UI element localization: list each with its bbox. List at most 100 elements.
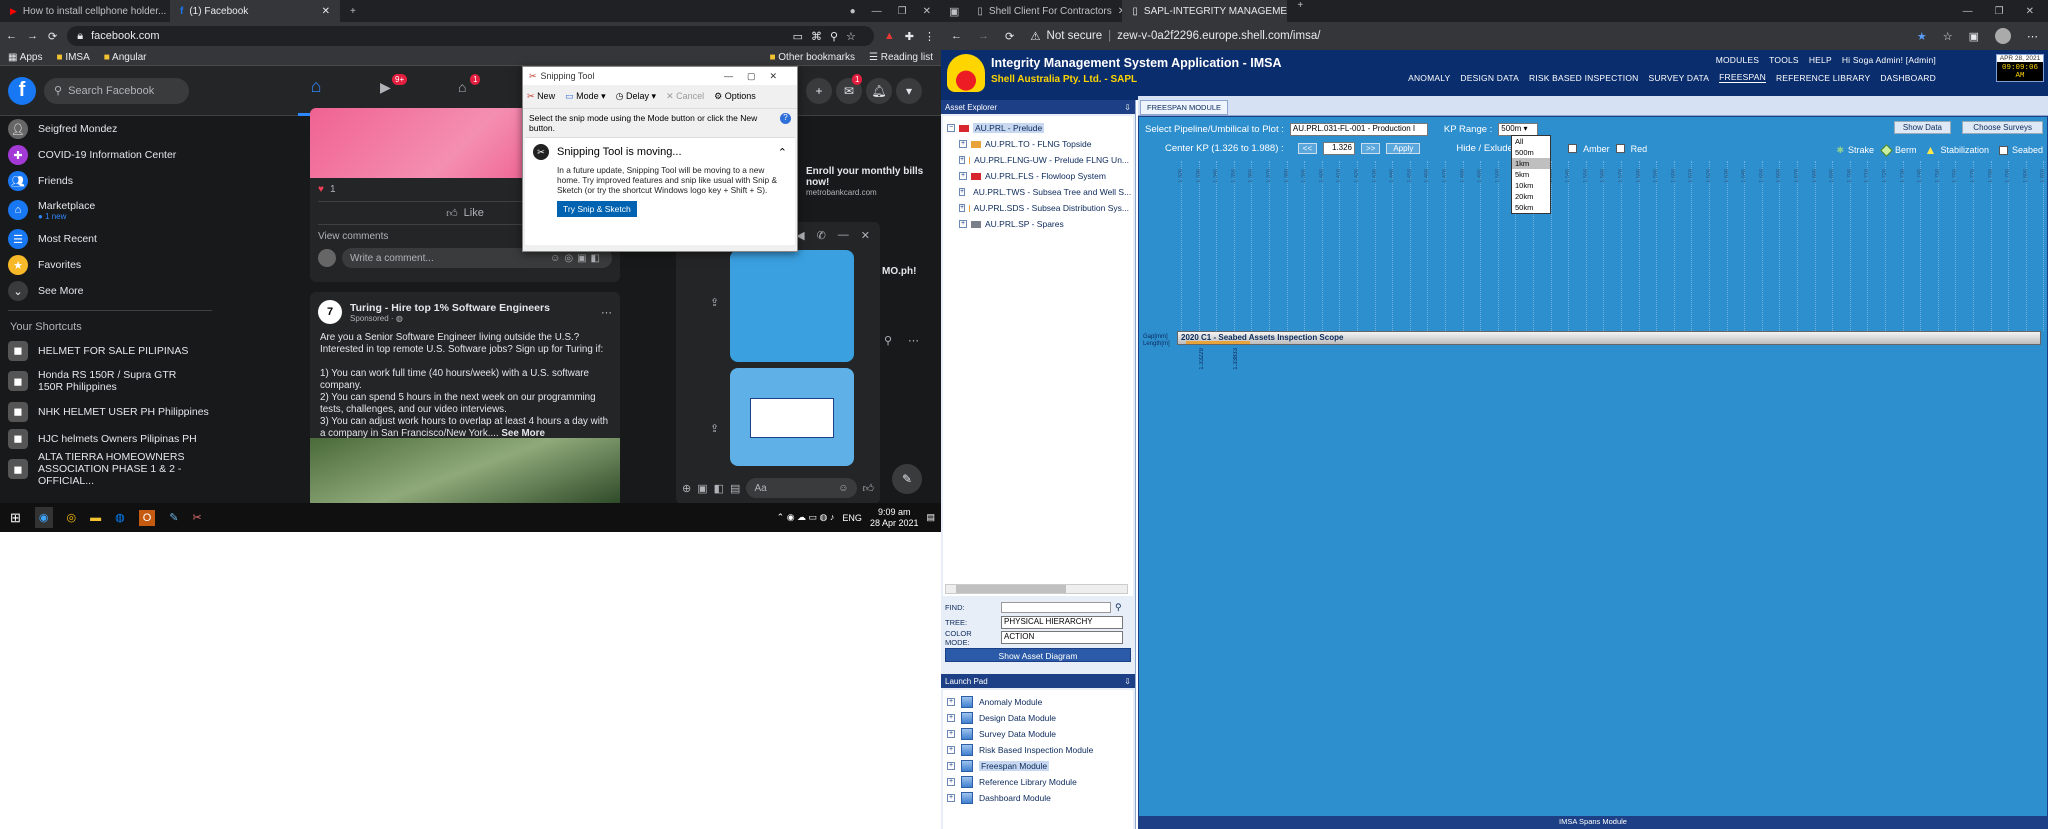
chat-message-input[interactable]: Aa ☺: [746, 478, 857, 498]
sidebar-marketplace[interactable]: ⌂ Marketplace ● 1 new: [0, 194, 220, 226]
gif-icon[interactable]: ▤: [730, 482, 740, 495]
kp-range-option[interactable]: 50km: [1512, 202, 1550, 213]
forward-icon[interactable]: →: [978, 30, 989, 42]
new-snip-button[interactable]: ✂ New: [527, 91, 555, 102]
outlook-icon[interactable]: O: [138, 509, 156, 526]
tree-root[interactable]: − AU.PRL - Prelude: [947, 120, 1129, 136]
close-icon[interactable]: ✕: [322, 6, 330, 17]
language-indicator[interactable]: ENG: [842, 513, 862, 523]
kp-range-option[interactable]: 20km: [1512, 191, 1550, 202]
nav-design-data[interactable]: Design Data: [1460, 73, 1519, 83]
find-input[interactable]: [1001, 602, 1111, 613]
pin-icon[interactable]: ⇩: [1124, 677, 1131, 686]
phone-icon[interactable]: ✆: [817, 229, 826, 242]
bookmark-angular[interactable]: ■ Angular: [104, 52, 147, 63]
nav-reference-library[interactable]: Reference Library: [1776, 73, 1870, 83]
search-icon[interactable]: ⚲: [884, 334, 892, 347]
more-options-icon[interactable]: ⋯: [908, 334, 919, 347]
minimize-icon[interactable]: —: [872, 6, 882, 17]
help-menu[interactable]: Help: [1809, 55, 1832, 65]
tree-select[interactable]: PHYSICAL HIERARCHY: [1001, 616, 1123, 629]
add-icon[interactable]: ⊕: [682, 482, 691, 495]
mode-button[interactable]: ▭ Mode ▾: [565, 91, 606, 102]
freespan-module-tab[interactable]: Freespan Module: [1140, 100, 1229, 115]
tree-item[interactable]: + AU.PRL.SP - Spares: [947, 216, 1129, 232]
tab-youtube[interactable]: ▶ How to install cellphone holder... ✕: [0, 0, 170, 22]
sidebar-favorites[interactable]: ★ Favorites: [0, 252, 220, 278]
kp-range-option[interactable]: All: [1512, 136, 1550, 147]
new-tab-button[interactable]: +: [1287, 0, 1313, 22]
launch-dashboard[interactable]: + Dashboard Module: [947, 790, 1129, 806]
favorites-icon[interactable]: ☆: [1943, 30, 1953, 43]
emoji-icons[interactable]: ☺◎▣◧: [550, 253, 604, 264]
forward-icon[interactable]: →: [27, 30, 38, 42]
windows-start-icon[interactable]: ⊞: [10, 510, 21, 526]
close-icon[interactable]: ✕: [861, 229, 870, 242]
close-window-icon[interactable]: ✕: [2026, 6, 2034, 17]
kp-range-option[interactable]: 10km: [1512, 180, 1550, 191]
facebook-search-input[interactable]: ⚲ Search Facebook: [44, 77, 189, 104]
tab-facebook[interactable]: f (1) Facebook ✕: [170, 0, 340, 22]
url-field[interactable]: 🔒︎ facebook.com ▭⌘⚲☆: [67, 26, 874, 46]
shortcut-item[interactable]: ◼ ALTA TIERRA HOMEOWNERS ASSOCIATION PHAS…: [0, 451, 220, 487]
new-tab-button[interactable]: +: [340, 0, 366, 22]
shortcut-item[interactable]: ◼ HELMET FOR SALE PILIPINAS: [0, 337, 220, 364]
post-author[interactable]: Turing - Hire top 1% Software Engineers: [350, 302, 550, 314]
collections-icon[interactable]: ▣: [1969, 30, 1979, 43]
tree-item[interactable]: + AU.PRL.TO - FLNG Topside: [947, 136, 1129, 152]
tray-icons[interactable]: ⌃ ◉ ☁ ▭ ◍ ♪: [777, 512, 835, 523]
watch-nav-icon[interactable]: ▶ 9+: [380, 74, 408, 96]
minimize-icon[interactable]: —: [1963, 6, 1973, 17]
cancel-button[interactable]: ✕ Cancel: [666, 91, 704, 102]
shared-screenshot[interactable]: [730, 250, 854, 362]
back-icon[interactable]: ←: [951, 30, 962, 42]
reload-icon[interactable]: ⟳: [1005, 30, 1014, 43]
previous-kp-button[interactable]: <<: [1297, 143, 1317, 154]
nav-anomaly[interactable]: Anomaly: [1408, 73, 1450, 83]
tree-item[interactable]: + AU.PRL.SDS - Subsea Distribution Sys...: [947, 200, 1129, 216]
sidebar-see-more[interactable]: ⌄ See More: [0, 278, 220, 304]
pipeline-select[interactable]: AU.PRL.031-FL-001 - Production I: [1289, 123, 1428, 136]
sidebar-profile[interactable]: 👤︎ Seigfred Mondez: [0, 116, 220, 142]
inspection-scope-bar[interactable]: 2020 C1 - Seabed Assets Inspection Scope: [1177, 331, 2041, 345]
extension-icon[interactable]: ✚: [905, 30, 914, 43]
emoji-icon[interactable]: ☺: [838, 483, 848, 494]
url-field[interactable]: ⚠ Not secure | zew-v-0a2f2296.europe.she…: [1030, 29, 1901, 43]
launch-freespan[interactable]: + Freespan Module: [947, 758, 1129, 774]
nav-dashboard[interactable]: Dashboard: [1880, 73, 1936, 83]
launch-survey-data[interactable]: + Survey Data Module: [947, 726, 1129, 742]
show-data-button[interactable]: Show Data: [1893, 121, 1951, 134]
shortcut-item[interactable]: ◼ Honda RS 150R / Supra GTR 150R Philippi…: [0, 364, 220, 398]
collapse-icon[interactable]: ⌃: [778, 146, 787, 159]
horizontal-scrollbar[interactable]: [945, 584, 1128, 594]
account-menu-icon[interactable]: ▾: [896, 78, 922, 104]
apply-button[interactable]: Apply: [1386, 143, 1421, 154]
facebook-logo[interactable]: f: [8, 76, 36, 105]
launch-anomaly[interactable]: + Anomaly Module: [947, 694, 1129, 710]
show-asset-diagram-button[interactable]: Show Asset Diagram: [945, 648, 1131, 662]
pen-icon[interactable]: ✎: [169, 511, 178, 524]
share-icon[interactable]: ⇪: [710, 422, 719, 435]
pdf-extension-icon[interactable]: ▲: [884, 30, 895, 42]
share-icon[interactable]: ⇪: [710, 296, 719, 309]
sidebar-covid[interactable]: ✚ COVID-19 Information Center: [0, 142, 220, 168]
help-icon[interactable]: ?: [780, 113, 791, 124]
new-message-icon[interactable]: ✎: [892, 464, 922, 494]
red-checkbox[interactable]: [1615, 144, 1625, 153]
home-nav-icon[interactable]: ⌂: [296, 76, 336, 97]
tools-menu[interactable]: Tools: [1769, 55, 1799, 65]
tab-shell-client[interactable]: ▯ Shell Client For Contractors ✕: [967, 0, 1122, 22]
edge-icon[interactable]: ◉: [34, 507, 53, 528]
bookmark-imsa[interactable]: ■ IMSA: [56, 52, 89, 63]
tab-imsa[interactable]: ▯ SAPL-INTEGRITY MANAGEMENT... ✕: [1122, 0, 1288, 22]
center-kp-input[interactable]: 1.326: [1323, 142, 1355, 155]
nav-freespan[interactable]: Freespan: [1719, 72, 1766, 83]
reload-icon[interactable]: ⟳: [48, 30, 57, 43]
launch-rbi[interactable]: + Risk Based Inspection Module: [947, 742, 1129, 758]
sidebar-most-recent[interactable]: ☰ Most Recent: [0, 226, 220, 252]
try-snip-sketch-button[interactable]: Try Snip & Sketch: [557, 201, 637, 217]
shortcut-item[interactable]: ◼ NHK HELMET USER PH Philippines: [0, 398, 220, 425]
sidebar-friends[interactable]: 👥︎ Friends: [0, 168, 220, 194]
image-icon[interactable]: ▣: [697, 482, 707, 495]
apps-bookmark[interactable]: ▦ Apps: [8, 52, 42, 63]
